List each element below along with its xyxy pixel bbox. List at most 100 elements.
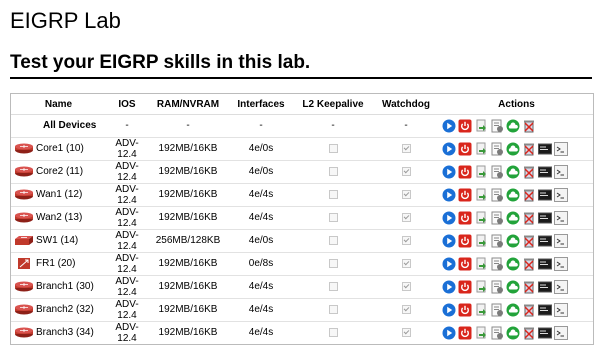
start-icon[interactable]	[442, 142, 456, 156]
start-icon[interactable]	[442, 326, 456, 340]
watchdog-checkbox[interactable]	[401, 281, 411, 291]
keepalive-checkbox[interactable]	[328, 281, 338, 291]
device-name[interactable]: Wan2 (13)	[36, 212, 82, 223]
watchdog-checkbox[interactable]	[401, 327, 411, 337]
export-config-icon[interactable]	[474, 165, 488, 179]
watchdog-checkbox[interactable]	[401, 212, 411, 222]
export-config-icon[interactable]	[474, 142, 488, 156]
upload-cloud-icon[interactable]	[506, 142, 520, 156]
export-config-icon[interactable]	[474, 188, 488, 202]
upload-cloud-icon[interactable]	[506, 165, 520, 179]
watchdog-checkbox[interactable]	[401, 235, 411, 245]
telnet-icon[interactable]	[554, 325, 568, 340]
telnet-icon[interactable]	[554, 233, 568, 248]
wipe-icon[interactable]	[522, 234, 536, 248]
console-icon[interactable]	[538, 188, 552, 202]
keepalive-checkbox[interactable]	[328, 189, 338, 199]
keepalive-checkbox[interactable]	[328, 304, 338, 314]
wipe-icon[interactable]	[522, 326, 536, 340]
wipe-icon[interactable]	[522, 188, 536, 202]
config-notes-icon[interactable]	[490, 119, 504, 133]
config-notes-icon[interactable]	[490, 234, 504, 248]
config-notes-icon[interactable]	[490, 188, 504, 202]
device-name-cell[interactable]: Core1 (10)	[11, 136, 106, 160]
device-name[interactable]: FR1 (20)	[36, 258, 75, 269]
upload-cloud-icon[interactable]	[506, 234, 520, 248]
telnet-icon[interactable]	[554, 141, 568, 156]
config-notes-icon[interactable]	[490, 165, 504, 179]
stop-icon[interactable]	[458, 234, 472, 248]
wipe-icon[interactable]	[522, 165, 536, 179]
telnet-icon[interactable]	[554, 164, 568, 179]
device-name[interactable]: Core2 (11)	[36, 166, 83, 177]
wipe-icon[interactable]	[522, 303, 536, 317]
start-icon[interactable]	[442, 188, 456, 202]
config-notes-icon[interactable]	[490, 280, 504, 294]
keepalive-checkbox[interactable]	[328, 166, 338, 176]
device-name-cell[interactable]: Wan2 (13)	[11, 205, 106, 229]
config-notes-icon[interactable]	[490, 303, 504, 317]
watchdog-checkbox[interactable]	[401, 143, 411, 153]
telnet-icon[interactable]	[554, 302, 568, 317]
start-icon[interactable]	[442, 211, 456, 225]
stop-icon[interactable]	[458, 326, 472, 340]
device-name[interactable]: Branch3 (34)	[36, 327, 94, 338]
stop-icon[interactable]	[458, 257, 472, 271]
device-name[interactable]: Wan1 (12)	[36, 189, 82, 200]
console-icon[interactable]	[538, 142, 552, 156]
config-notes-icon[interactable]	[490, 257, 504, 271]
keepalive-checkbox[interactable]	[328, 143, 338, 153]
device-name[interactable]: Branch2 (32)	[36, 304, 94, 315]
wipe-icon[interactable]	[522, 211, 536, 225]
export-config-icon[interactable]	[474, 234, 488, 248]
watchdog-checkbox[interactable]	[401, 189, 411, 199]
stop-icon[interactable]	[458, 280, 472, 294]
telnet-icon[interactable]	[554, 256, 568, 271]
console-icon[interactable]	[538, 234, 552, 248]
device-name-cell[interactable]: Branch3 (34)	[11, 320, 106, 344]
start-icon[interactable]	[442, 303, 456, 317]
export-config-icon[interactable]	[474, 280, 488, 294]
upload-cloud-icon[interactable]	[506, 303, 520, 317]
console-icon[interactable]	[538, 211, 552, 225]
upload-cloud-icon[interactable]	[506, 188, 520, 202]
export-config-icon[interactable]	[474, 119, 488, 133]
start-icon[interactable]	[442, 119, 456, 133]
wipe-icon[interactable]	[522, 119, 536, 133]
stop-icon[interactable]	[458, 188, 472, 202]
export-config-icon[interactable]	[474, 211, 488, 225]
device-name-cell[interactable]: SW1 (14)	[11, 228, 106, 252]
keepalive-checkbox[interactable]	[328, 327, 338, 337]
console-icon[interactable]	[538, 257, 552, 271]
config-notes-icon[interactable]	[490, 326, 504, 340]
console-icon[interactable]	[538, 326, 552, 340]
console-icon[interactable]	[538, 165, 552, 179]
watchdog-checkbox[interactable]	[401, 304, 411, 314]
upload-cloud-icon[interactable]	[506, 280, 520, 294]
start-icon[interactable]	[442, 257, 456, 271]
stop-icon[interactable]	[458, 142, 472, 156]
device-name-cell[interactable]: Core2 (11)	[11, 159, 106, 183]
device-name-cell[interactable]: Wan1 (12)	[11, 182, 106, 206]
start-icon[interactable]	[442, 165, 456, 179]
start-icon[interactable]	[442, 280, 456, 294]
keepalive-checkbox[interactable]	[328, 235, 338, 245]
keepalive-checkbox[interactable]	[328, 258, 338, 268]
watchdog-checkbox[interactable]	[401, 166, 411, 176]
device-name-cell[interactable]: Branch2 (32)	[11, 297, 106, 321]
telnet-icon[interactable]	[554, 187, 568, 202]
start-icon[interactable]	[442, 234, 456, 248]
device-name-cell[interactable]: FR1 (20)	[11, 251, 106, 275]
telnet-icon[interactable]	[554, 279, 568, 294]
stop-icon[interactable]	[458, 211, 472, 225]
wipe-icon[interactable]	[522, 257, 536, 271]
config-notes-icon[interactable]	[490, 211, 504, 225]
console-icon[interactable]	[538, 303, 552, 317]
telnet-icon[interactable]	[554, 210, 568, 225]
console-icon[interactable]	[538, 280, 552, 294]
export-config-icon[interactable]	[474, 326, 488, 340]
keepalive-checkbox[interactable]	[328, 212, 338, 222]
export-config-icon[interactable]	[474, 303, 488, 317]
upload-cloud-icon[interactable]	[506, 119, 520, 133]
stop-icon[interactable]	[458, 303, 472, 317]
